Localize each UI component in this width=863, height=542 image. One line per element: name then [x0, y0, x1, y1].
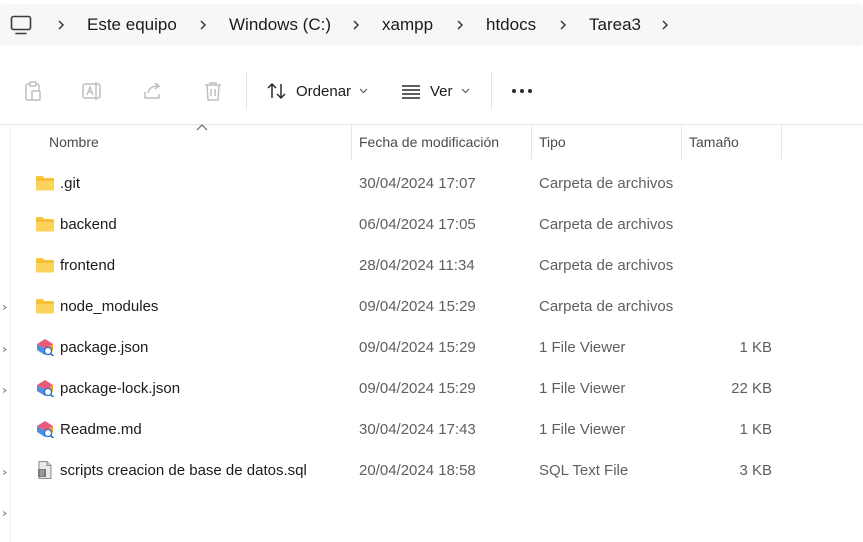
view-button[interactable]: Ver	[400, 77, 470, 105]
file-name: node_modules	[60, 298, 159, 315]
file-date-modified: 06/04/2024 17:05	[359, 216, 476, 233]
expand-arrow-icon[interactable]	[2, 470, 7, 475]
file-row[interactable]: backend 06/04/2024 17:05 Carpeta de archiv…	[10, 204, 863, 245]
file-name: package-lock.json	[60, 380, 181, 397]
column-header-date[interactable]: Fecha de modificación	[359, 134, 499, 150]
chevron-right-icon[interactable]	[455, 15, 465, 35]
breadcrumb-este-equipo[interactable]: Este equipo	[87, 15, 177, 35]
sort-ascending-icon	[196, 124, 208, 131]
column-divider[interactable]	[781, 125, 782, 159]
breadcrumb-xampp[interactable]: xampp	[382, 15, 433, 35]
file-list: .git 30/04/2024 17:07 Carpeta de archivos …	[10, 163, 863, 491]
file-row[interactable]: Readme.md 30/04/2024 17:43 1 File Viewer 1 …	[10, 409, 863, 450]
file-type: Carpeta de archivos	[539, 175, 674, 192]
file-viewer-icon	[35, 338, 55, 357]
file-viewer-icon	[35, 379, 55, 398]
column-divider[interactable]	[531, 125, 532, 159]
column-divider[interactable]	[681, 125, 682, 159]
breadcrumb-tarea3[interactable]: Tarea3	[589, 15, 641, 35]
sql-file-icon	[35, 461, 55, 479]
file-size: 22 KB	[731, 380, 772, 397]
expand-arrow-icon[interactable]	[2, 511, 7, 516]
sort-label: Ordenar	[296, 82, 352, 100]
file-name: backend	[60, 216, 117, 233]
file-name: frontend	[60, 257, 116, 274]
file-size: 1 KB	[739, 339, 772, 356]
rename-icon[interactable]	[81, 80, 103, 102]
computer-icon[interactable]	[10, 15, 32, 35]
toolbar-divider	[491, 71, 492, 109]
column-header-name[interactable]: Nombre	[49, 134, 99, 150]
column-divider[interactable]	[351, 125, 352, 159]
file-date-modified: 30/04/2024 17:07	[359, 175, 476, 192]
expand-arrow-icon[interactable]	[2, 388, 7, 393]
sort-icon	[267, 82, 286, 100]
file-name: package.json	[60, 339, 149, 356]
column-header-size[interactable]: Tamaño	[689, 134, 739, 150]
file-date-modified: 09/04/2024 15:29	[359, 339, 476, 356]
chevron-right-icon[interactable]	[558, 15, 568, 35]
folder-icon	[35, 256, 55, 274]
chevron-right-icon[interactable]	[198, 15, 208, 35]
breadcrumb-windows-c[interactable]: Windows (C:)	[229, 15, 331, 35]
share-icon[interactable]	[142, 80, 164, 102]
column-header-row: Nombre Fecha de modificación Tipo Tamaño	[10, 124, 863, 159]
file-row[interactable]: node_modules 09/04/2024 15:29 Carpeta de a…	[10, 286, 863, 327]
address-bar[interactable]: Este equipo Windows (C:) xampp htdocs Ta…	[0, 0, 863, 52]
file-row[interactable]: package.json 09/04/2024 15:29 1 File Viewe…	[10, 327, 863, 368]
file-size: 3 KB	[739, 462, 772, 479]
more-options-button[interactable]	[511, 77, 535, 105]
file-type: 1 File Viewer	[539, 380, 626, 397]
sort-button[interactable]: Ordenar	[266, 77, 368, 105]
file-type: Carpeta de archivos	[539, 298, 674, 315]
view-label: Ver	[430, 82, 453, 100]
expand-arrow-icon[interactable]	[2, 305, 7, 310]
view-icon	[402, 85, 420, 99]
chevron-down-icon	[461, 88, 469, 94]
file-row[interactable]: scripts creacion de base de datos.sql 20/…	[10, 450, 863, 491]
file-viewer-icon	[35, 420, 55, 439]
paste-icon[interactable]	[22, 80, 44, 102]
chevron-right-icon[interactable]	[56, 15, 66, 35]
file-size: 1 KB	[739, 421, 772, 438]
chevron-right-icon[interactable]	[660, 15, 670, 35]
command-bar: Ordenar Ver	[0, 56, 863, 125]
file-name: .git	[60, 175, 81, 192]
chevron-right-icon[interactable]	[351, 15, 361, 35]
file-date-modified: 09/04/2024 15:29	[359, 298, 476, 315]
breadcrumb-htdocs[interactable]: htdocs	[486, 15, 536, 35]
file-type: Carpeta de archivos	[539, 257, 674, 274]
file-type: SQL Text File	[539, 462, 629, 479]
chevron-down-icon	[359, 88, 368, 94]
address-bar-background: Este equipo Windows (C:) xampp htdocs Ta…	[0, 4, 863, 46]
file-type: 1 File Viewer	[539, 339, 626, 356]
expand-arrow-icon[interactable]	[2, 347, 7, 352]
file-date-modified: 28/04/2024 11:34	[359, 257, 475, 274]
column-header-type[interactable]: Tipo	[539, 134, 566, 150]
file-type: 1 File Viewer	[539, 421, 626, 438]
file-row[interactable]: frontend 28/04/2024 11:34 Carpeta de archi…	[10, 245, 863, 286]
toolbar-divider	[246, 71, 247, 109]
folder-icon	[35, 297, 55, 315]
file-name: scripts creacion de base de datos.sql	[60, 462, 307, 479]
file-type: Carpeta de archivos	[539, 216, 674, 233]
file-date-modified: 20/04/2024 18:58	[359, 462, 476, 479]
folder-icon	[35, 215, 55, 233]
file-name: Readme.md	[60, 421, 142, 438]
file-row[interactable]: .git 30/04/2024 17:07 Carpeta de archivos	[10, 163, 863, 204]
file-date-modified: 09/04/2024 15:29	[359, 380, 476, 397]
more-icon	[512, 89, 532, 93]
file-row[interactable]: package-lock.json 09/04/2024 15:29 1 File …	[10, 368, 863, 409]
folder-icon	[35, 174, 55, 192]
file-date-modified: 30/04/2024 17:43	[359, 421, 476, 438]
delete-icon[interactable]	[202, 80, 224, 102]
